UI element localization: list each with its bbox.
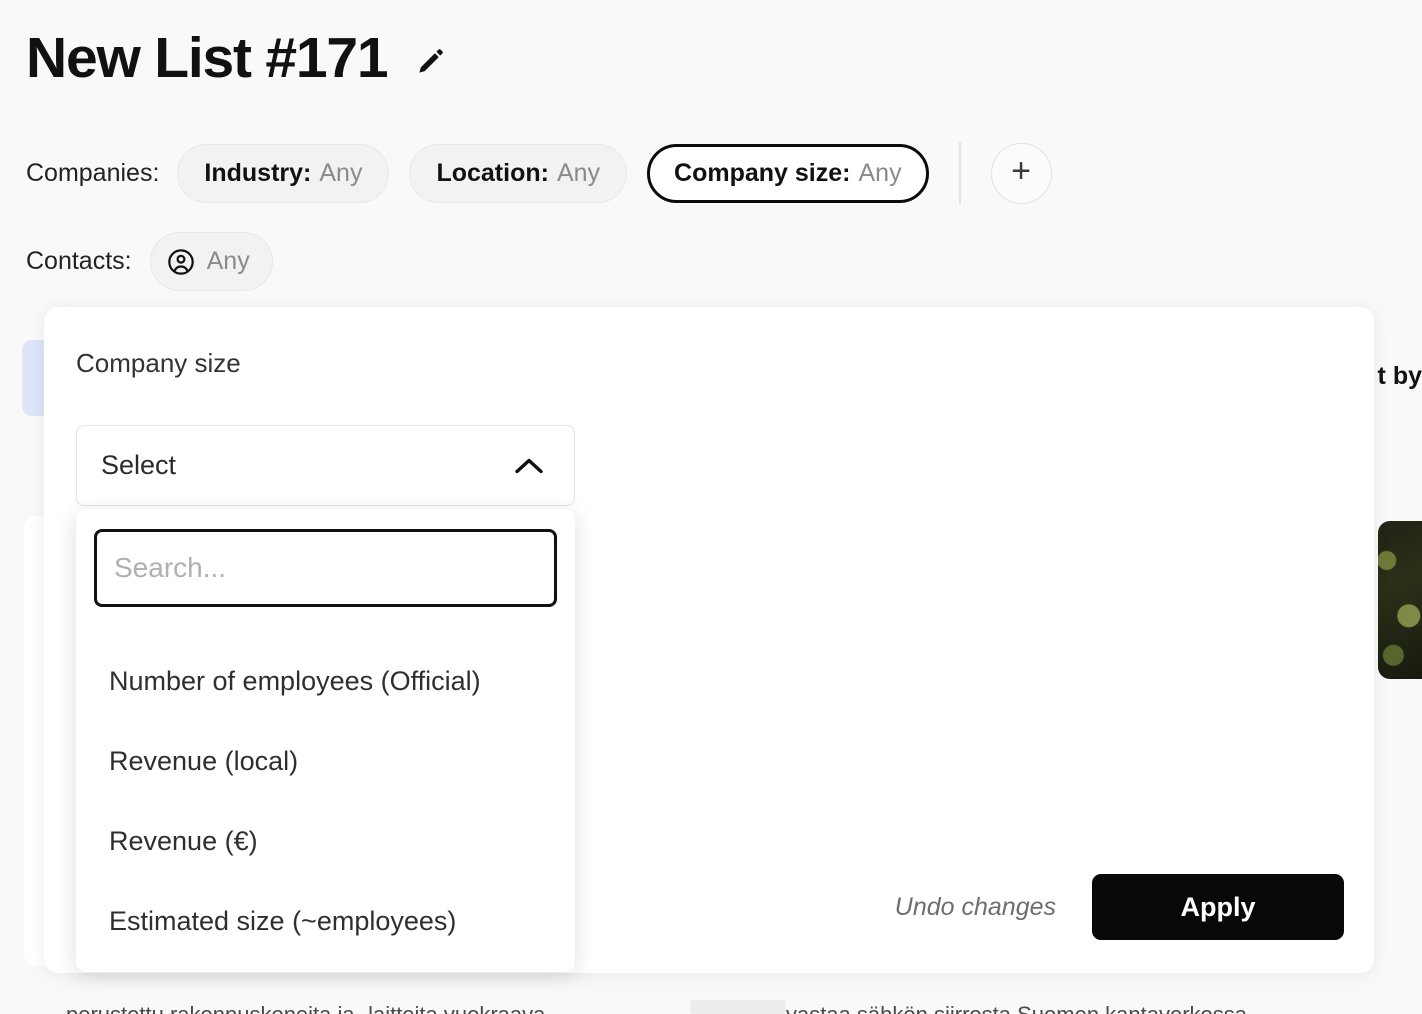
filter-chip-location-value: Any	[556, 158, 601, 187]
dropdown-search-input[interactable]	[94, 529, 557, 607]
dropdown-option[interactable]: Revenue (local)	[76, 721, 575, 801]
filter-chip-company-size-value: Any	[858, 158, 902, 187]
panel-footer: Undo changes Apply	[895, 874, 1344, 940]
filter-chip-contacts[interactable]: Any	[149, 232, 273, 291]
companies-filter-row: Companies: Industry: Any Location: Any C…	[26, 142, 1052, 204]
filter-chip-industry-value: Any	[319, 158, 363, 187]
company-size-filter-panel: Company size Select Number of employees …	[44, 307, 1374, 973]
dropdown-option[interactable]: Revenue (€)	[76, 801, 575, 881]
companies-filter-label: Companies:	[26, 158, 160, 187]
dropdown-option[interactable]: Number of employees (Official)	[76, 641, 575, 721]
page-header: New List #171	[26, 30, 445, 87]
contacts-filter-label: Contacts:	[26, 247, 132, 275]
filter-chip-industry-key: Industry:	[204, 158, 312, 187]
app-root: t by perustettu rakennuskoneita ja -lait…	[0, 0, 1422, 1014]
company-size-select[interactable]: Select	[76, 425, 575, 506]
dropdown-option-list: Number of employees (Official) Revenue (…	[76, 641, 575, 961]
filter-chip-location[interactable]: Location: Any	[409, 143, 628, 203]
company-size-select-value: Select	[101, 450, 177, 480]
filter-chip-company-size-key: Company size:	[674, 158, 851, 187]
sort-by-label-partial: t by	[1377, 362, 1422, 390]
chevron-up-icon[interactable]	[514, 457, 544, 475]
add-filter-button[interactable]: +	[990, 142, 1052, 204]
company-size-dropdown: Number of employees (Official) Revenue (…	[76, 509, 575, 972]
undo-changes-link[interactable]: Undo changes	[895, 893, 1056, 922]
panel-section-label: Company size	[76, 348, 241, 378]
page-title: New List #171	[26, 26, 389, 90]
pencil-icon[interactable]	[415, 41, 445, 77]
dropdown-option[interactable]: Estimated size (~employees)	[76, 881, 575, 961]
background-bottom-text-left: perustettu rakennuskoneita ja -laitteita…	[66, 1002, 545, 1014]
filter-divider	[958, 142, 961, 204]
user-circle-icon	[167, 248, 195, 276]
background-bottom-chip	[690, 1000, 786, 1014]
plus-icon: +	[1011, 152, 1031, 190]
background-bottom-text-right: vastaa sähkön siirrosta Suomen kantaverk…	[786, 1002, 1247, 1014]
contacts-filter-row: Contacts: Any	[26, 232, 293, 291]
filter-chip-contacts-value: Any	[206, 247, 250, 275]
background-thumbnail-image	[1378, 521, 1422, 679]
apply-button[interactable]: Apply	[1092, 874, 1344, 940]
filter-chip-location-key: Location:	[436, 158, 549, 187]
filter-chip-company-size[interactable]: Company size: Any	[647, 143, 929, 203]
filter-chip-industry[interactable]: Industry: Any	[177, 143, 390, 203]
